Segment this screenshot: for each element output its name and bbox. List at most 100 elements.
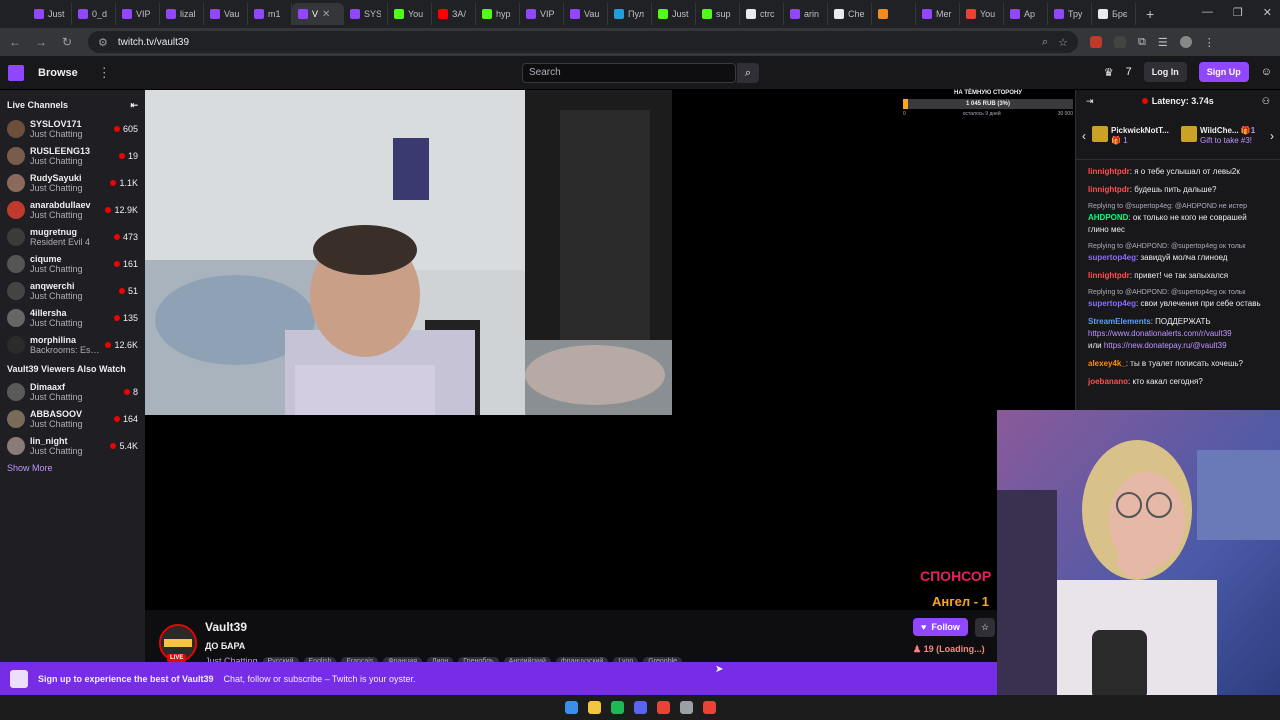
- zoom-icon[interactable]: ⌕: [1042, 36, 1048, 49]
- tab-label: V: [312, 9, 319, 19]
- browser-tab[interactable]: Ap: [1004, 3, 1048, 25]
- minimize-icon[interactable]: —: [1202, 6, 1213, 19]
- reload-icon[interactable]: ↻: [56, 35, 78, 49]
- video-player[interactable]: НА ТЁМНУЮ СТОРОНУ 1 045 RUB (3%) 0 остал…: [145, 90, 1075, 610]
- sidebar-channel-item[interactable]: Dimaaxf Just Chatting 8: [0, 378, 145, 405]
- discord-taskbar-icon[interactable]: [633, 701, 647, 714]
- browser-tab[interactable]: arin: [784, 3, 828, 25]
- browser-tab[interactable]: Vau: [564, 3, 608, 25]
- spotify-taskbar-icon[interactable]: [610, 701, 624, 714]
- sidebar-channel-item[interactable]: RudySayuki Just Chatting 1.1K: [0, 169, 145, 196]
- donation-link[interactable]: https://www.donationalerts.com/r/vault39: [1088, 329, 1232, 338]
- sidebar-channel-item[interactable]: ciqume Just Chatting 161: [0, 250, 145, 277]
- browser-tab[interactable]: Just: [28, 3, 72, 25]
- address-bar[interactable]: ⚙ twitch.tv/vault39 ⌕ ☆: [88, 31, 1078, 53]
- live-dot-icon: [113, 415, 120, 422]
- browser-tab[interactable]: Mer: [916, 3, 960, 25]
- sidebar-channel-item[interactable]: ABBASOOV Just Chatting 164: [0, 405, 145, 432]
- signup-banner[interactable]: Sign up to experience the best of Vault3…: [0, 662, 997, 695]
- chevron-right-icon[interactable]: ›: [1270, 129, 1274, 143]
- subscribe-star-button[interactable]: ☆: [975, 618, 996, 637]
- chat-username[interactable]: linnightpdr: [1088, 167, 1130, 176]
- puzzle-extensions-icon[interactable]: ⧉: [1138, 36, 1146, 49]
- extension-icon[interactable]: [1114, 36, 1126, 48]
- browser-tab[interactable]: sup: [696, 3, 740, 25]
- chat-username[interactable]: AHDPOND: [1088, 213, 1128, 222]
- browser-tab[interactable]: Пул: [608, 3, 652, 25]
- browse-link[interactable]: Browse: [38, 67, 78, 79]
- browser-tab[interactable]: Брє: [1092, 3, 1136, 25]
- sidebar-channel-item[interactable]: mugretnug Resident Evil 4 473: [0, 223, 145, 250]
- chrome-alt-taskbar-icon[interactable]: [702, 701, 716, 714]
- pinned-gift-2[interactable]: WildChe... 🎁1 Gift to take #3!: [1181, 125, 1264, 146]
- search-icon[interactable]: ⌕: [737, 63, 759, 83]
- live-dot-icon: [113, 233, 120, 240]
- chat-username[interactable]: StreamElements: [1088, 317, 1151, 326]
- adblock-extension-icon[interactable]: [1090, 36, 1102, 48]
- sidebar-channel-item[interactable]: RUSLEENG13 Just Chatting 19: [0, 142, 145, 169]
- community-icon[interactable]: ⚇: [1262, 96, 1270, 107]
- browser-tab[interactable]: 0_d: [72, 3, 116, 25]
- profile-avatar[interactable]: [1179, 36, 1192, 48]
- chat-username[interactable]: supertop4eg: [1088, 299, 1136, 308]
- browser-tab[interactable]: VIP: [116, 3, 160, 25]
- search-input[interactable]: Search: [522, 63, 736, 83]
- pinned-gift-1[interactable]: PickwickNotT... 🎁 1: [1092, 125, 1175, 146]
- files-taskbar-icon[interactable]: [679, 701, 693, 714]
- donation-link[interactable]: https://new.donatepay.ru/@vault39: [1104, 341, 1227, 350]
- chat-username[interactable]: joebanano: [1088, 377, 1128, 386]
- browser-tab[interactable]: lizal: [160, 3, 204, 25]
- browser-tab[interactable]: ctrc: [740, 3, 784, 25]
- sidebar-channel-item[interactable]: SYSLOV171 Just Chatting 605: [0, 115, 145, 142]
- explorer-taskbar-icon[interactable]: [587, 701, 601, 714]
- sidebar-channel-item[interactable]: anarabdullaev Just Chatting 12.9K: [0, 196, 145, 223]
- sidebar-channel-item[interactable]: anqwerchi Just Chatting 51: [0, 277, 145, 304]
- browser-tab[interactable]: Che: [828, 3, 872, 25]
- browser-tab[interactable]: Just: [652, 3, 696, 25]
- chat-username[interactable]: supertop4eg: [1088, 253, 1136, 262]
- reading-list-icon[interactable]: ☰: [1158, 36, 1168, 49]
- chevron-left-icon[interactable]: ‹: [1082, 129, 1086, 143]
- new-tab-button[interactable]: +: [1146, 6, 1154, 22]
- collapse-sidebar-icon[interactable]: ⇤: [130, 100, 138, 111]
- close-window-icon[interactable]: ✕: [1263, 6, 1272, 19]
- twitch-logo-icon[interactable]: [8, 64, 24, 81]
- chat-username[interactable]: alexey4k_: [1088, 359, 1126, 368]
- bookmark-star-icon[interactable]: ☆: [1058, 36, 1068, 49]
- close-tab-icon[interactable]: ✕: [322, 9, 330, 20]
- crown-icon[interactable]: ♛: [1104, 66, 1114, 79]
- show-more-link[interactable]: Show More: [0, 463, 145, 473]
- browser-menu-icon[interactable]: ⋮: [1204, 36, 1215, 49]
- browser-tab[interactable]: hyp: [476, 3, 520, 25]
- login-button[interactable]: Log In: [1143, 62, 1187, 82]
- forward-icon[interactable]: →: [30, 35, 52, 49]
- follow-button[interactable]: ♥ Follow: [913, 618, 968, 636]
- chrome-taskbar-icon[interactable]: [656, 701, 670, 714]
- sidebar-channel-item[interactable]: morphilina Backrooms: Esc... 12.6K: [0, 331, 145, 358]
- browser-tab[interactable]: SYS: [344, 3, 388, 25]
- browser-tab[interactable]: [872, 3, 916, 25]
- sidebar-channel-item[interactable]: lin_night Just Chatting 5.4K: [0, 432, 145, 459]
- chat-username[interactable]: linnightpdr: [1088, 271, 1130, 280]
- browser-tab[interactable]: VIP: [520, 3, 564, 25]
- more-options-icon[interactable]: ⋮: [98, 65, 111, 81]
- browser-tab[interactable]: Vau: [204, 3, 248, 25]
- sidebar-channel-item[interactable]: 4illersha Just Chatting 135: [0, 304, 145, 331]
- browser-tab[interactable]: ЗА/: [432, 3, 476, 25]
- chat-username[interactable]: linnightpdr: [1088, 185, 1130, 194]
- browser-tab[interactable]: Тру: [1048, 3, 1092, 25]
- browser-tab[interactable]: m1: [248, 3, 292, 25]
- site-info-icon[interactable]: ⚙: [98, 36, 108, 49]
- pip-webcam-overlay[interactable]: [997, 410, 1280, 720]
- collapse-chat-icon[interactable]: ⇥: [1086, 96, 1094, 107]
- browser-tab[interactable]: You: [388, 3, 432, 25]
- signup-button[interactable]: Sign Up: [1198, 62, 1249, 82]
- maximize-icon[interactable]: ❐: [1233, 6, 1243, 19]
- browser-tab[interactable]: You: [960, 3, 1004, 25]
- back-icon[interactable]: ←: [4, 35, 26, 49]
- browser-tab[interactable]: V ✕: [292, 3, 344, 25]
- windows-taskbar-icon[interactable]: [564, 701, 578, 714]
- channel-name[interactable]: Vault39: [205, 620, 247, 634]
- 7tv-extension-icon[interactable]: 7: [1126, 66, 1132, 78]
- user-icon[interactable]: ☺: [1261, 66, 1272, 78]
